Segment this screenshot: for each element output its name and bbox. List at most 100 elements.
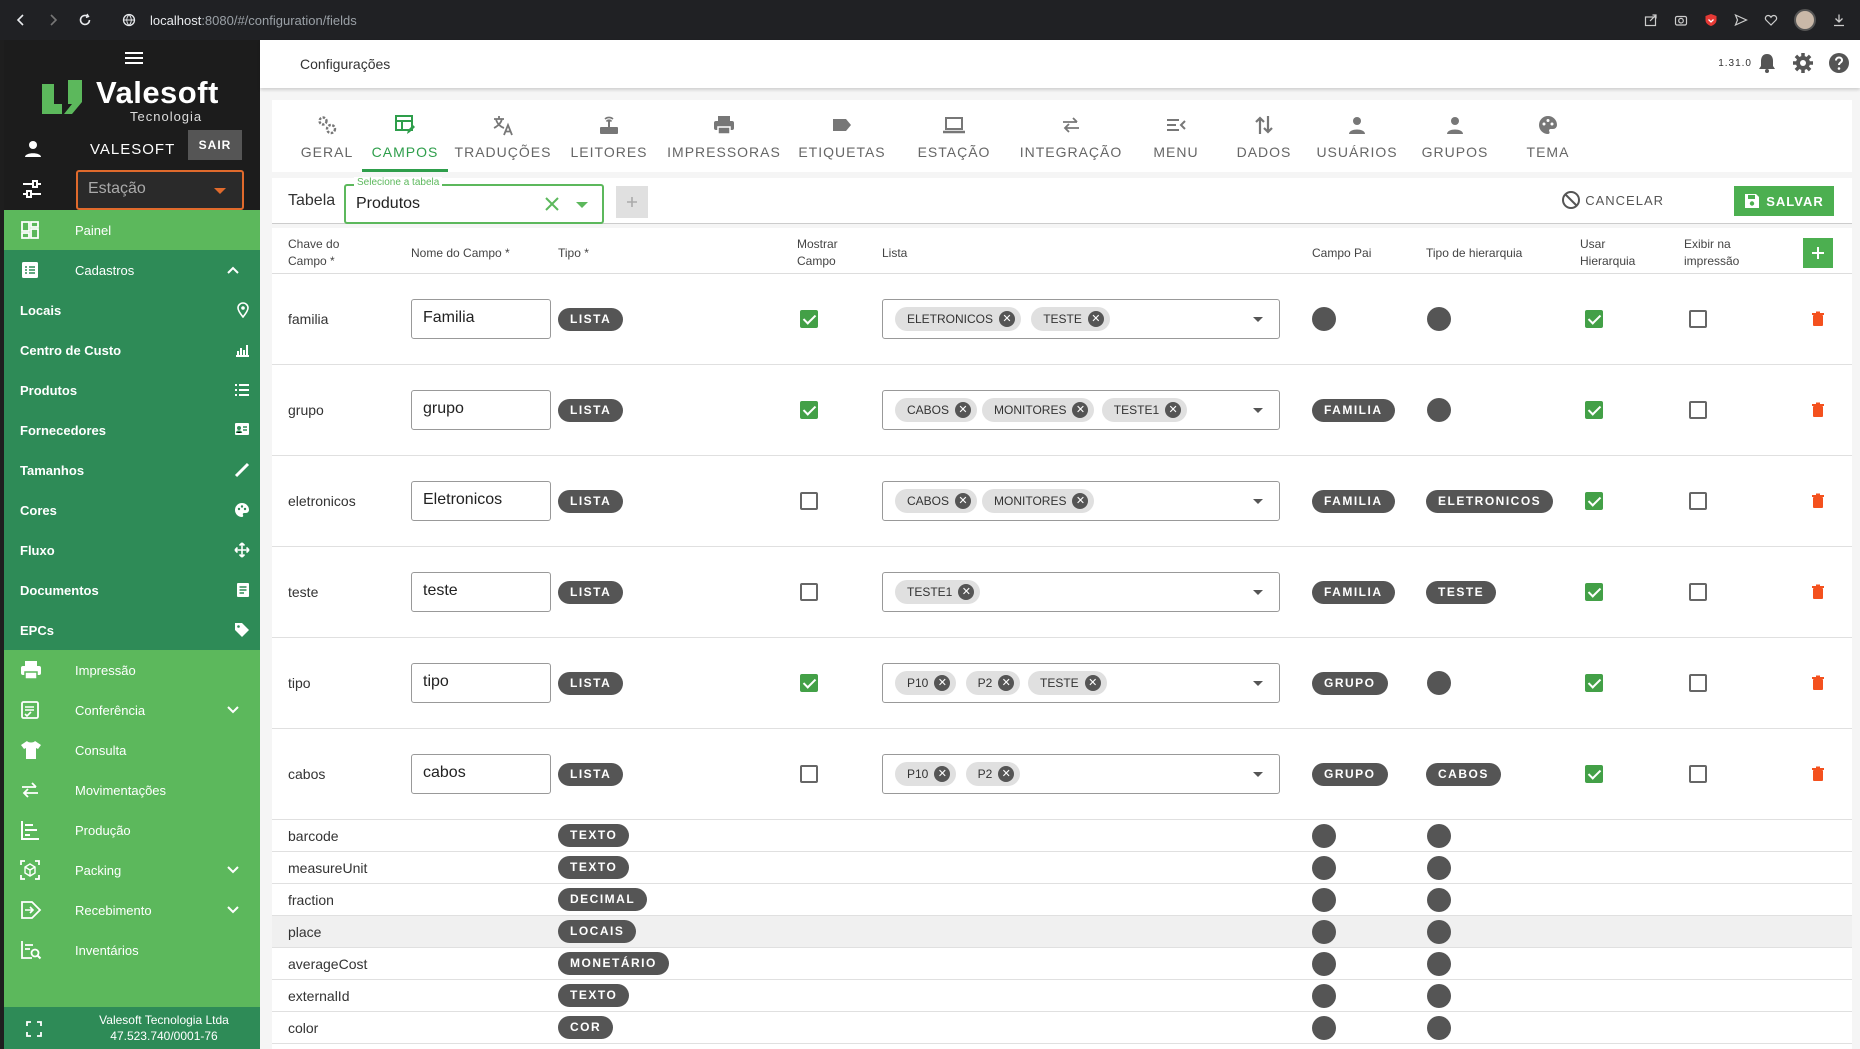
list-values-select[interactable]: P10 ✕ P2 ✕ [882, 754, 1280, 794]
sidebar-item-tamanhos[interactable]: Tamanhos [4, 450, 260, 490]
sidebar-item-fornecedores[interactable]: Fornecedores [4, 410, 260, 450]
remove-chip-icon[interactable]: ✕ [955, 402, 972, 418]
remove-chip-icon[interactable]: ✕ [998, 766, 1015, 782]
show-field-checkbox[interactable] [800, 674, 818, 692]
hamburger-menu-icon[interactable] [124, 50, 144, 66]
delete-field-button[interactable] [1811, 311, 1825, 327]
save-button[interactable]: SALVAR [1734, 186, 1834, 216]
delete-field-button[interactable] [1811, 493, 1825, 509]
sidebar-item-centro-de-custo[interactable]: Centro de Custo [4, 330, 260, 370]
profile-avatar[interactable] [1794, 9, 1816, 31]
show-field-checkbox[interactable] [800, 765, 818, 783]
remove-chip-icon[interactable]: ✕ [958, 584, 975, 600]
sidebar-item-inventarios[interactable]: Inventários [4, 930, 260, 970]
forward-icon[interactable] [46, 13, 60, 27]
add-table-button[interactable] [616, 186, 648, 218]
sidebar-item-consulta[interactable]: Consulta [4, 730, 260, 770]
sidebar-item-epcs[interactable]: EPCs [4, 610, 260, 650]
field-name-input[interactable]: Familia [411, 299, 551, 339]
tab-dados[interactable]: DADOS [1220, 100, 1308, 172]
sidebar-item-impressao[interactable]: Impressão [4, 650, 260, 690]
show-on-print-checkbox[interactable] [1689, 401, 1707, 419]
tab-impressoras[interactable]: IMPRESSORAS [662, 100, 786, 172]
delete-field-button[interactable] [1811, 675, 1825, 691]
tab-menu[interactable]: MENU [1132, 100, 1220, 172]
tab-estacao[interactable]: ESTAÇÃO [898, 100, 1010, 172]
field-name-input[interactable]: tipo [411, 663, 551, 703]
tune-icon[interactable] [22, 180, 42, 198]
field-name-input[interactable]: teste [411, 572, 551, 612]
station-select[interactable]: Estação [76, 170, 244, 210]
remove-chip-icon[interactable]: ✕ [1072, 493, 1089, 509]
tab-campos[interactable]: CAMPOS [362, 100, 448, 172]
show-on-print-checkbox[interactable] [1689, 492, 1707, 510]
address-bar[interactable]: localhost:8080/#/configuration/fields [122, 13, 357, 28]
sidebar-item-cadastros[interactable]: Cadastros [4, 250, 260, 290]
field-name-input[interactable]: cabos [411, 754, 551, 794]
remove-chip-icon[interactable]: ✕ [1084, 675, 1101, 691]
send-icon[interactable] [1734, 13, 1748, 27]
sidebar-item-documentos[interactable]: Documentos [4, 570, 260, 610]
use-hierarchy-checkbox[interactable] [1585, 310, 1603, 328]
delete-field-button[interactable] [1811, 584, 1825, 600]
reload-icon[interactable] [78, 13, 92, 27]
show-field-checkbox[interactable] [800, 492, 818, 510]
use-hierarchy-checkbox[interactable] [1585, 492, 1603, 510]
help-icon[interactable] [1828, 52, 1850, 74]
fullscreen-icon[interactable] [26, 1021, 42, 1037]
logout-button[interactable]: SAIR [188, 130, 242, 160]
show-on-print-checkbox[interactable] [1689, 583, 1707, 601]
sidebar-item-conferencia[interactable]: Conferência [4, 690, 260, 730]
sidebar-item-painel[interactable]: Painel [4, 210, 260, 250]
list-values-select[interactable]: CABOS ✕ MONITORES ✕ TESTE1 ✕ [882, 390, 1280, 430]
use-hierarchy-checkbox[interactable] [1585, 583, 1603, 601]
show-field-checkbox[interactable] [800, 401, 818, 419]
share-icon[interactable] [1644, 13, 1658, 27]
tab-leitores[interactable]: LEITORES [556, 100, 662, 172]
list-values-select[interactable]: TESTE1 ✕ [882, 572, 1280, 612]
sidebar-item-movimentacoes[interactable]: Movimentações [4, 770, 260, 810]
shield-icon[interactable] [1704, 13, 1718, 27]
back-icon[interactable] [14, 13, 28, 27]
tab-tema[interactable]: TEMA [1504, 100, 1592, 172]
remove-chip-icon[interactable]: ✕ [999, 311, 1016, 327]
tab-integracao[interactable]: INTEGRAÇÃO [1010, 100, 1132, 172]
show-on-print-checkbox[interactable] [1689, 765, 1707, 783]
show-field-checkbox[interactable] [800, 310, 818, 328]
screenshot-icon[interactable] [1674, 13, 1688, 27]
cancel-button[interactable]: CANCELAR [1561, 190, 1664, 210]
remove-chip-icon[interactable]: ✕ [1087, 311, 1104, 327]
delete-field-button[interactable] [1811, 766, 1825, 782]
tab-grupos[interactable]: GRUPOS [1406, 100, 1504, 172]
show-on-print-checkbox[interactable] [1689, 310, 1707, 328]
sidebar-item-cores[interactable]: Cores [4, 490, 260, 530]
list-values-select[interactable]: ELETRONICOS ✕ TESTE ✕ [882, 299, 1280, 339]
use-hierarchy-checkbox[interactable] [1585, 674, 1603, 692]
remove-chip-icon[interactable]: ✕ [998, 675, 1015, 691]
field-name-input[interactable]: grupo [411, 390, 551, 430]
sidebar-item-packing[interactable]: Packing [4, 850, 260, 890]
remove-chip-icon[interactable]: ✕ [934, 766, 951, 782]
tab-traducoes[interactable]: TRADUÇÕES [450, 100, 556, 172]
use-hierarchy-checkbox[interactable] [1585, 765, 1603, 783]
remove-chip-icon[interactable]: ✕ [1072, 402, 1089, 418]
sidebar-item-produtos[interactable]: Produtos [4, 370, 260, 410]
field-name-input[interactable]: Eletronicos [411, 481, 551, 521]
delete-field-button[interactable] [1811, 402, 1825, 418]
sidebar-item-fluxo[interactable]: Fluxo [4, 530, 260, 570]
bell-icon[interactable] [1756, 52, 1778, 74]
sidebar-item-recebimento[interactable]: Recebimento [4, 890, 260, 930]
show-on-print-checkbox[interactable] [1689, 674, 1707, 692]
table-select[interactable]: Selecione a tabela Produtos [344, 177, 604, 224]
remove-chip-icon[interactable]: ✕ [934, 675, 951, 691]
add-field-button[interactable] [1803, 238, 1833, 268]
chevron-down-icon[interactable] [576, 202, 588, 208]
show-field-checkbox[interactable] [800, 583, 818, 601]
list-values-select[interactable]: P10 ✕ P2 ✕ TESTE ✕ [882, 663, 1280, 703]
sidebar-item-locais[interactable]: Locais [4, 290, 260, 330]
use-hierarchy-checkbox[interactable] [1585, 401, 1603, 419]
download-icon[interactable] [1832, 13, 1846, 27]
site-info-icon[interactable] [122, 13, 136, 27]
heart-icon[interactable] [1764, 13, 1778, 27]
remove-chip-icon[interactable]: ✕ [1165, 402, 1182, 418]
